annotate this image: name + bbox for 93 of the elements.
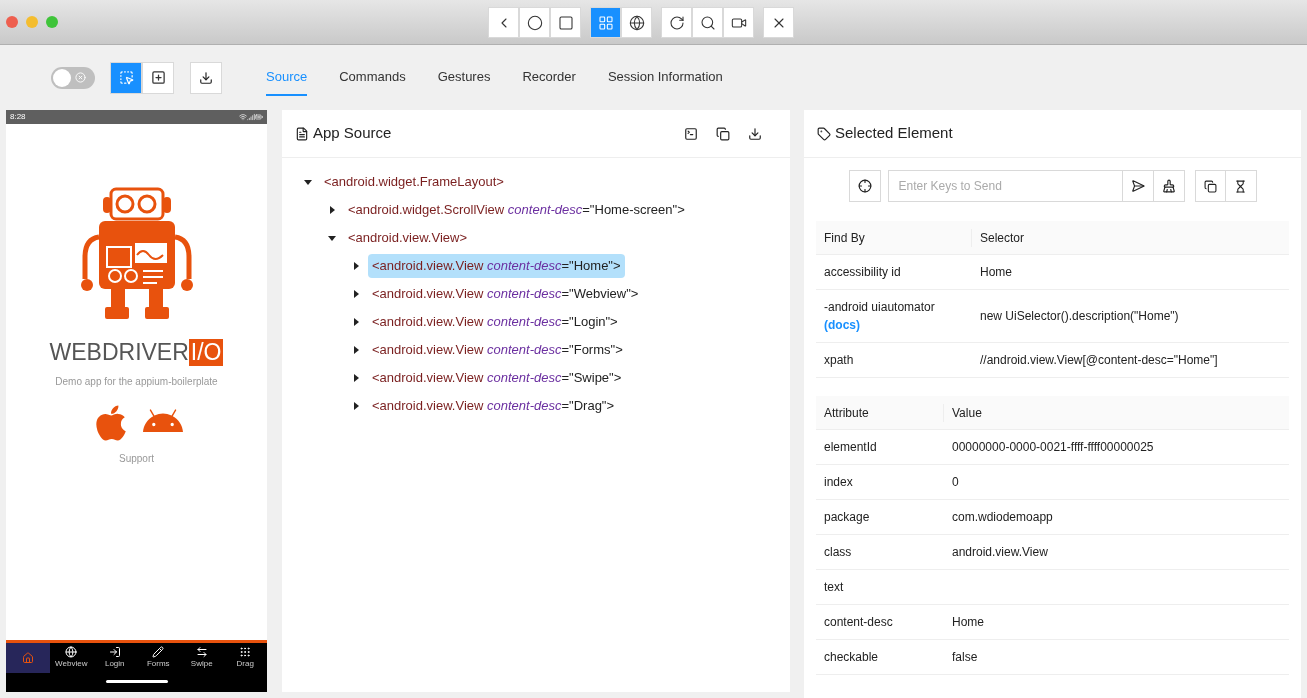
square-icon	[557, 14, 574, 31]
table-cell-text: false	[951, 649, 978, 666]
table-cell-text: accessibility id	[824, 264, 902, 281]
keys-input-field[interactable]: Enter Keys to Send	[887, 170, 1123, 202]
toolbar-button[interactable]	[621, 7, 652, 38]
send-button[interactable]	[1122, 170, 1154, 202]
grid-icon	[597, 14, 614, 31]
locate-button[interactable]	[848, 170, 881, 202]
terminal-icon[interactable]	[684, 126, 698, 141]
tree-node-label[interactable]: <android.widget.ScrollView content-desc="Home-screen">	[344, 198, 689, 222]
crosshair-icon	[857, 179, 872, 193]
panel-title: Selected Element	[835, 123, 953, 144]
toolbar-button[interactable]	[661, 7, 692, 38]
table-cell-text: elementId	[823, 439, 878, 456]
nav-tab[interactable]: Drag	[223, 643, 267, 673]
table-cell-text: text	[823, 579, 845, 596]
tree-node-label[interactable]: <android.view.View content-desc="Drag">	[368, 394, 619, 418]
home-indicator	[105, 680, 168, 683]
table-cell-text: checkable	[823, 649, 880, 666]
table-cell-text: xpath	[824, 352, 855, 369]
mode-button[interactable]	[142, 61, 174, 94]
copy-icon[interactable]	[716, 126, 730, 141]
document-icon	[295, 126, 309, 141]
table-cell-text: package	[823, 509, 871, 526]
tree-node-label[interactable]: <android.view.View content-desc="Webview">	[368, 282, 643, 306]
logo-wordmark: WEBDRIVER	[49, 341, 189, 364]
wifi-icon	[239, 113, 247, 121]
home-icon	[21, 652, 34, 664]
pencil-icon	[152, 646, 165, 658]
nav-tab[interactable]: Forms	[136, 643, 180, 673]
table-cell-text: com.wdiodemoapp	[951, 509, 1053, 526]
toolbar-button[interactable]	[723, 7, 754, 38]
plus-square-icon	[150, 70, 166, 85]
copy-button[interactable]	[1194, 170, 1226, 202]
hourglass-icon	[1234, 179, 1247, 193]
copy-icon	[1203, 179, 1217, 193]
toggle-switch[interactable]	[51, 66, 95, 89]
table-cell-text: new UiSelector().description("Home")	[979, 308, 1179, 325]
table-cell-text: Home	[951, 614, 984, 631]
table-cell-text: 00000000-0000-0021-ffff-ffff00000025	[951, 439, 1154, 456]
table-cell-text: -android uiautomator	[824, 299, 936, 316]
tab[interactable]: Gestures	[437, 58, 491, 97]
column-header: Value	[951, 404, 982, 422]
tagline: Demo app for the appium-boilerplate	[55, 375, 218, 389]
tree-node-label[interactable]: <android.view.View content-desc="Swipe">	[368, 366, 626, 390]
clear-button[interactable]	[1153, 170, 1185, 202]
nav-tab[interactable]: Webview	[49, 643, 93, 673]
grid-icon	[239, 646, 252, 658]
timing-button[interactable]	[1225, 170, 1257, 202]
table-cell-text: index	[823, 474, 854, 491]
arrows-icon	[195, 646, 208, 658]
column-header: Find By	[816, 228, 972, 247]
nav-tab[interactable]: Swipe	[180, 643, 224, 673]
download-icon	[199, 70, 213, 85]
column-header: Selector	[979, 229, 1025, 247]
table-cell-text: android.view.View	[951, 544, 1048, 561]
globe-icon	[628, 14, 645, 31]
table-cell-text: class	[823, 544, 853, 561]
circle-icon	[526, 14, 543, 31]
table-cell-text: Home	[979, 264, 1012, 281]
tab[interactable]: Session Information	[607, 58, 723, 97]
tag-icon	[817, 126, 831, 141]
toolbar-button[interactable]	[519, 7, 550, 38]
logo-badge: I/O	[188, 339, 224, 366]
panel-title: App Source	[313, 123, 392, 144]
search-icon	[699, 14, 716, 31]
login-icon	[108, 646, 121, 658]
download-button[interactable]	[190, 61, 222, 94]
table-cell-text: //android.view.View[@content-desc="Home"]	[979, 352, 1218, 369]
tab[interactable]: Commands	[339, 58, 406, 97]
table-cell-text: 0	[951, 474, 959, 491]
download-icon[interactable]	[748, 126, 762, 141]
brush-icon	[1161, 179, 1176, 193]
nav-tab[interactable]: Login	[93, 643, 137, 673]
tree-node-label[interactable]: <android.view.View>	[344, 226, 471, 250]
tree-node-label[interactable]: <android.widget.FrameLayout>	[320, 170, 508, 194]
status-time: 8:28	[10, 111, 26, 123]
select-pointer-icon	[118, 70, 134, 85]
tree-node-label[interactable]: <android.view.View content-desc="Login">	[368, 310, 622, 334]
table-cell-text: content-desc	[823, 614, 894, 631]
cross-circle-icon	[75, 72, 86, 83]
column-header: Attribute	[816, 403, 944, 422]
tab[interactable]: Recorder	[522, 58, 576, 97]
refresh-icon	[668, 14, 685, 31]
tree-node-label[interactable]: <android.view.View content-desc="Forms">	[368, 338, 627, 362]
signal-icon	[247, 113, 255, 121]
send-icon	[1130, 179, 1145, 193]
mode-button[interactable]	[110, 61, 142, 94]
tree-node-label[interactable]: <android.view.View content-desc="Home">	[368, 254, 625, 278]
toolbar-button[interactable]	[692, 7, 723, 38]
globe-icon	[65, 646, 78, 658]
battery-icon	[255, 113, 263, 121]
nav-tab[interactable]	[6, 643, 50, 673]
